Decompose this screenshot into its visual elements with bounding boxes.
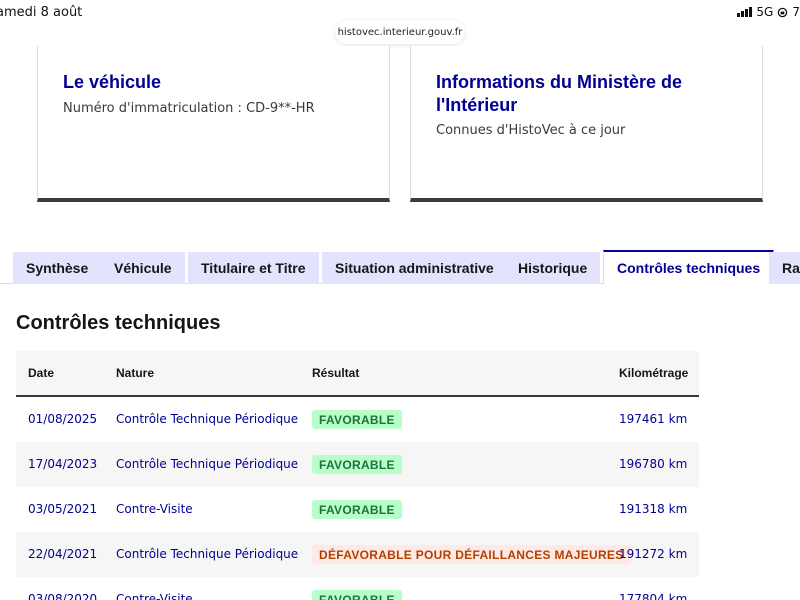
url-text: histovec.interieur.gouv.fr [337, 26, 463, 38]
row-nature: Contre-Visite [116, 502, 193, 516]
lock-rotation-icon [778, 7, 788, 17]
technical-inspections-table: Date Nature Résultat Kilométrage 01/08/2… [16, 351, 699, 600]
section-title: Contrôles techniques [16, 312, 221, 334]
status-date: amedi 8 août [0, 5, 83, 20]
result-badge: FAVORABLE [312, 410, 402, 429]
table-body: 01/08/2025 Contrôle Technique Périodique… [16, 397, 699, 600]
row-km: 191272 km [619, 547, 688, 561]
row-date: 01/08/2025 [28, 412, 98, 426]
result-badge: DÉFAVORABLE POUR DÉFAILLANCES MAJEURES [312, 545, 631, 564]
tab-titulaire-titre[interactable]: Titulaire et Titre [188, 252, 319, 284]
row-date: 03/05/2021 [28, 502, 98, 516]
row-km: 177804 km [619, 592, 688, 600]
table-row: 01/08/2025 Contrôle Technique Périodique… [16, 397, 699, 442]
tab-synthese[interactable]: Synthèse [13, 252, 102, 284]
registration-number: Numéro d'immatriculation : CD-9**-HR [63, 101, 315, 116]
row-nature: Contrôle Technique Périodique [116, 547, 299, 561]
status-bar: amedi 8 août histovec.interieur.gouv.fr … [0, 0, 800, 46]
table-header: Date Nature Résultat Kilométrage [16, 351, 699, 397]
signal-icon [737, 7, 753, 17]
row-date: 17/04/2023 [28, 457, 98, 471]
header-result: Résultat [312, 366, 360, 380]
vehicle-card: Le véhicule Numéro d'immatriculation : C… [37, 46, 390, 202]
table-row: 22/04/2021 Contrôle Technique Périodique… [16, 532, 699, 577]
tab-situation-administrative[interactable]: Situation administrative [322, 252, 507, 284]
table-row: 03/08/2020 Contre-Visite FAVORABLE 17780… [16, 577, 699, 600]
tab-historique[interactable]: Historique [505, 252, 601, 284]
header-nature: Nature [116, 366, 155, 380]
row-km: 196780 km [619, 457, 688, 471]
row-nature: Contrôle Technique Périodique [116, 412, 299, 426]
table-row: 17/04/2023 Contrôle Technique Périodique… [16, 442, 699, 487]
battery-label: 7 [792, 5, 800, 19]
header-km: Kilométrage [619, 366, 689, 380]
row-date: 22/04/2021 [28, 547, 98, 561]
row-nature: Contre-Visite [116, 592, 193, 600]
address-bar[interactable]: histovec.interieur.gouv.fr [335, 20, 465, 44]
ministry-card-title: Informations du Ministère de l'Intérieur [436, 72, 683, 115]
result-badge: FAVORABLE [312, 455, 402, 474]
row-km: 197461 km [619, 412, 688, 426]
network-label: 5G [756, 5, 774, 19]
vehicle-card-title: Le véhicule [63, 72, 162, 92]
status-indicators: 5G 7 [737, 5, 800, 19]
row-nature: Contrôle Technique Périodique [116, 457, 299, 471]
row-date: 03/08/2020 [28, 592, 98, 600]
result-badge: FAVORABLE [312, 500, 402, 519]
tab-controles-techniques[interactable]: Contrôles techniques [603, 250, 775, 284]
result-badge: FAVORABLE [312, 590, 402, 600]
tab-rapport[interactable]: Rap [769, 252, 800, 284]
ministry-card: Informations du Ministère de l'Intérieur… [410, 46, 763, 202]
tab-vehicule[interactable]: Véhicule [101, 252, 185, 284]
ministry-card-subtitle: Connues d'HistoVec à ce jour [436, 123, 626, 138]
row-km: 191318 km [619, 502, 688, 516]
table-row: 03/05/2021 Contre-Visite FAVORABLE 19131… [16, 487, 699, 532]
tab-bar: Synthèse Véhicule Titulaire et Titre Sit… [0, 250, 800, 284]
header-date: Date [28, 366, 55, 380]
